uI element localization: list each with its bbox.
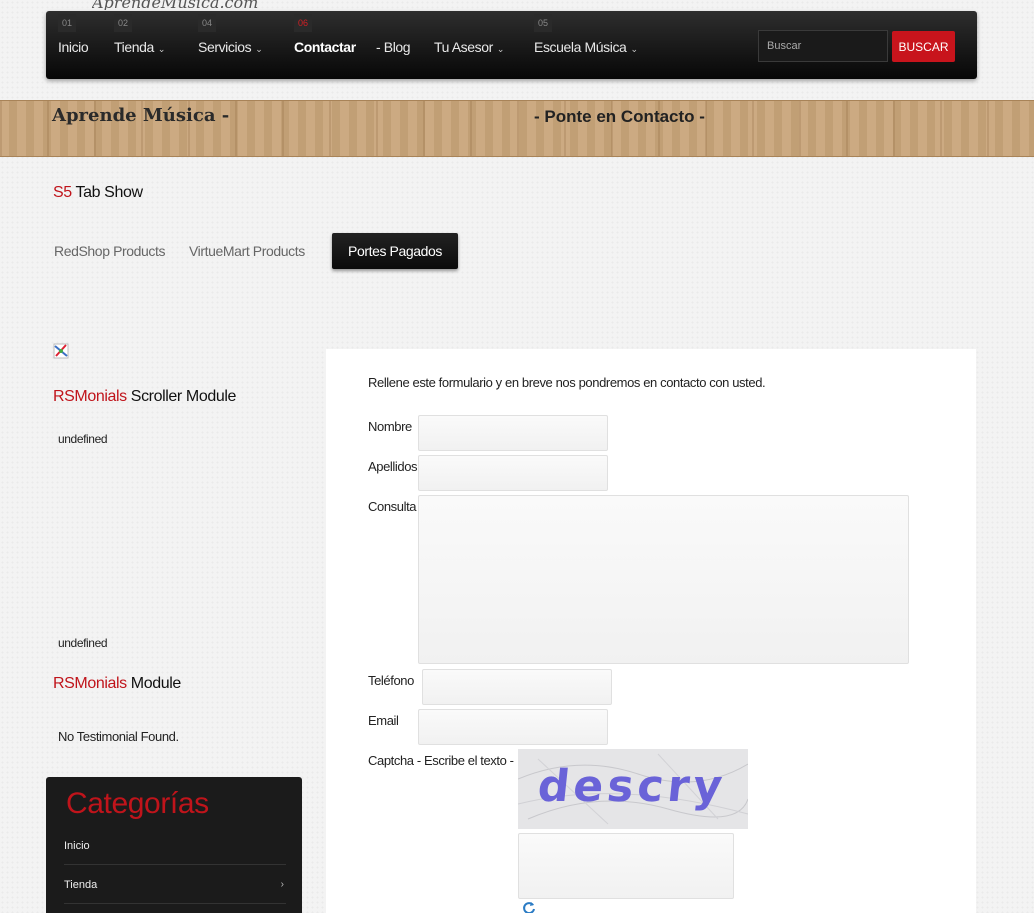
scroller-module-title-prefix: RSMonials [53,388,127,405]
email-field[interactable] [418,709,608,745]
testimonial-module-title-text: Module [126,675,181,692]
chevron-down-icon: ⌄ [255,44,263,54]
site-logo[interactable]: AprendeMusica.com [92,0,297,10]
search-button[interactable]: BUSCAR [892,31,955,62]
tab-redshop-products[interactable]: RedShop Products [54,233,166,269]
main-navbar: 01 Inicio 02 Tienda ⌄ 04 Servicios ⌄ 06 Co… [46,11,977,79]
form-intro-text: Rellene este formulario y en breve nos p… [368,375,766,390]
broken-image-icon [53,343,69,359]
scroller-module-title-text: Scroller Module [126,388,237,405]
chevron-down-icon: ⌄ [630,44,638,54]
nav-number: 01 [58,14,76,32]
captcha-text: descry [535,761,729,812]
categories-panel: Categorías Inicio Tienda › [46,777,302,913]
tab-portes-pagados[interactable]: Portes Pagados [332,233,459,269]
email-label: Email [368,713,399,728]
captcha-image: descry [518,749,748,829]
contact-form-panel: Rellene este formulario y en breve nos p… [326,349,976,913]
nav-number: 06 [294,14,312,32]
nav-number: 05 [534,14,552,32]
nombre-field[interactable] [418,415,608,451]
nav-label: Tienda ⌄ [114,39,166,55]
refresh-icon[interactable] [522,901,536,913]
banner-subtitle: - Ponte en Contacto - [534,107,705,126]
nav-number: 02 [114,14,132,32]
consulta-label: Consulta [368,499,417,514]
nav-label: - Blog [376,39,411,55]
nav-label: Inicio [58,39,89,55]
tabshow-title-prefix: S5 [53,184,72,201]
captcha-label: Captcha - Escribe el texto - [368,753,514,768]
scroller-module-title: RSMonials Scroller Module [53,388,236,406]
testimonial-module-title: RSMonials Module [53,675,181,693]
banner-title: Aprende Música - [52,105,230,126]
scroller-text-top: undefined [58,433,108,444]
nav-label: Contactar [294,39,356,55]
nav-label: Escuela Música ⌄ [534,39,638,55]
categories-title: Categorías [66,787,209,820]
nav-number: 04 [198,14,216,32]
nav-label: Tu Asesor ⌄ [434,39,505,55]
tabshow-title-text: Tab Show [71,184,143,201]
captcha-input[interactable] [518,833,734,899]
tab-virtuemart-products[interactable]: VirtueMart Products [189,233,305,269]
category-item-inicio[interactable]: Inicio [64,827,286,865]
category-item-tienda[interactable]: Tienda › [64,866,286,904]
no-testimonial-text: No Testimonial Found. [58,729,179,744]
testimonial-module-title-prefix: RSMonials [53,675,127,692]
search-input[interactable] [758,30,888,62]
telefono-label: Teléfono [368,673,414,688]
category-label: Inicio [64,840,90,852]
nombre-label: Nombre [368,419,412,434]
category-label: Tienda [64,879,98,891]
nav-label: Servicios ⌄ [198,39,263,55]
chevron-right-icon: › [280,879,284,890]
chevron-down-icon: ⌄ [157,44,166,54]
consulta-textarea[interactable] [418,495,909,664]
apellidos-label: Apellidos [368,459,418,474]
scroller-text-bottom: undefined [58,636,108,648]
chevron-down-icon: ⌄ [496,44,505,54]
tabshow-title: S5 Tab Show [53,184,143,202]
apellidos-field[interactable] [418,455,608,491]
telefono-field[interactable] [422,669,612,705]
